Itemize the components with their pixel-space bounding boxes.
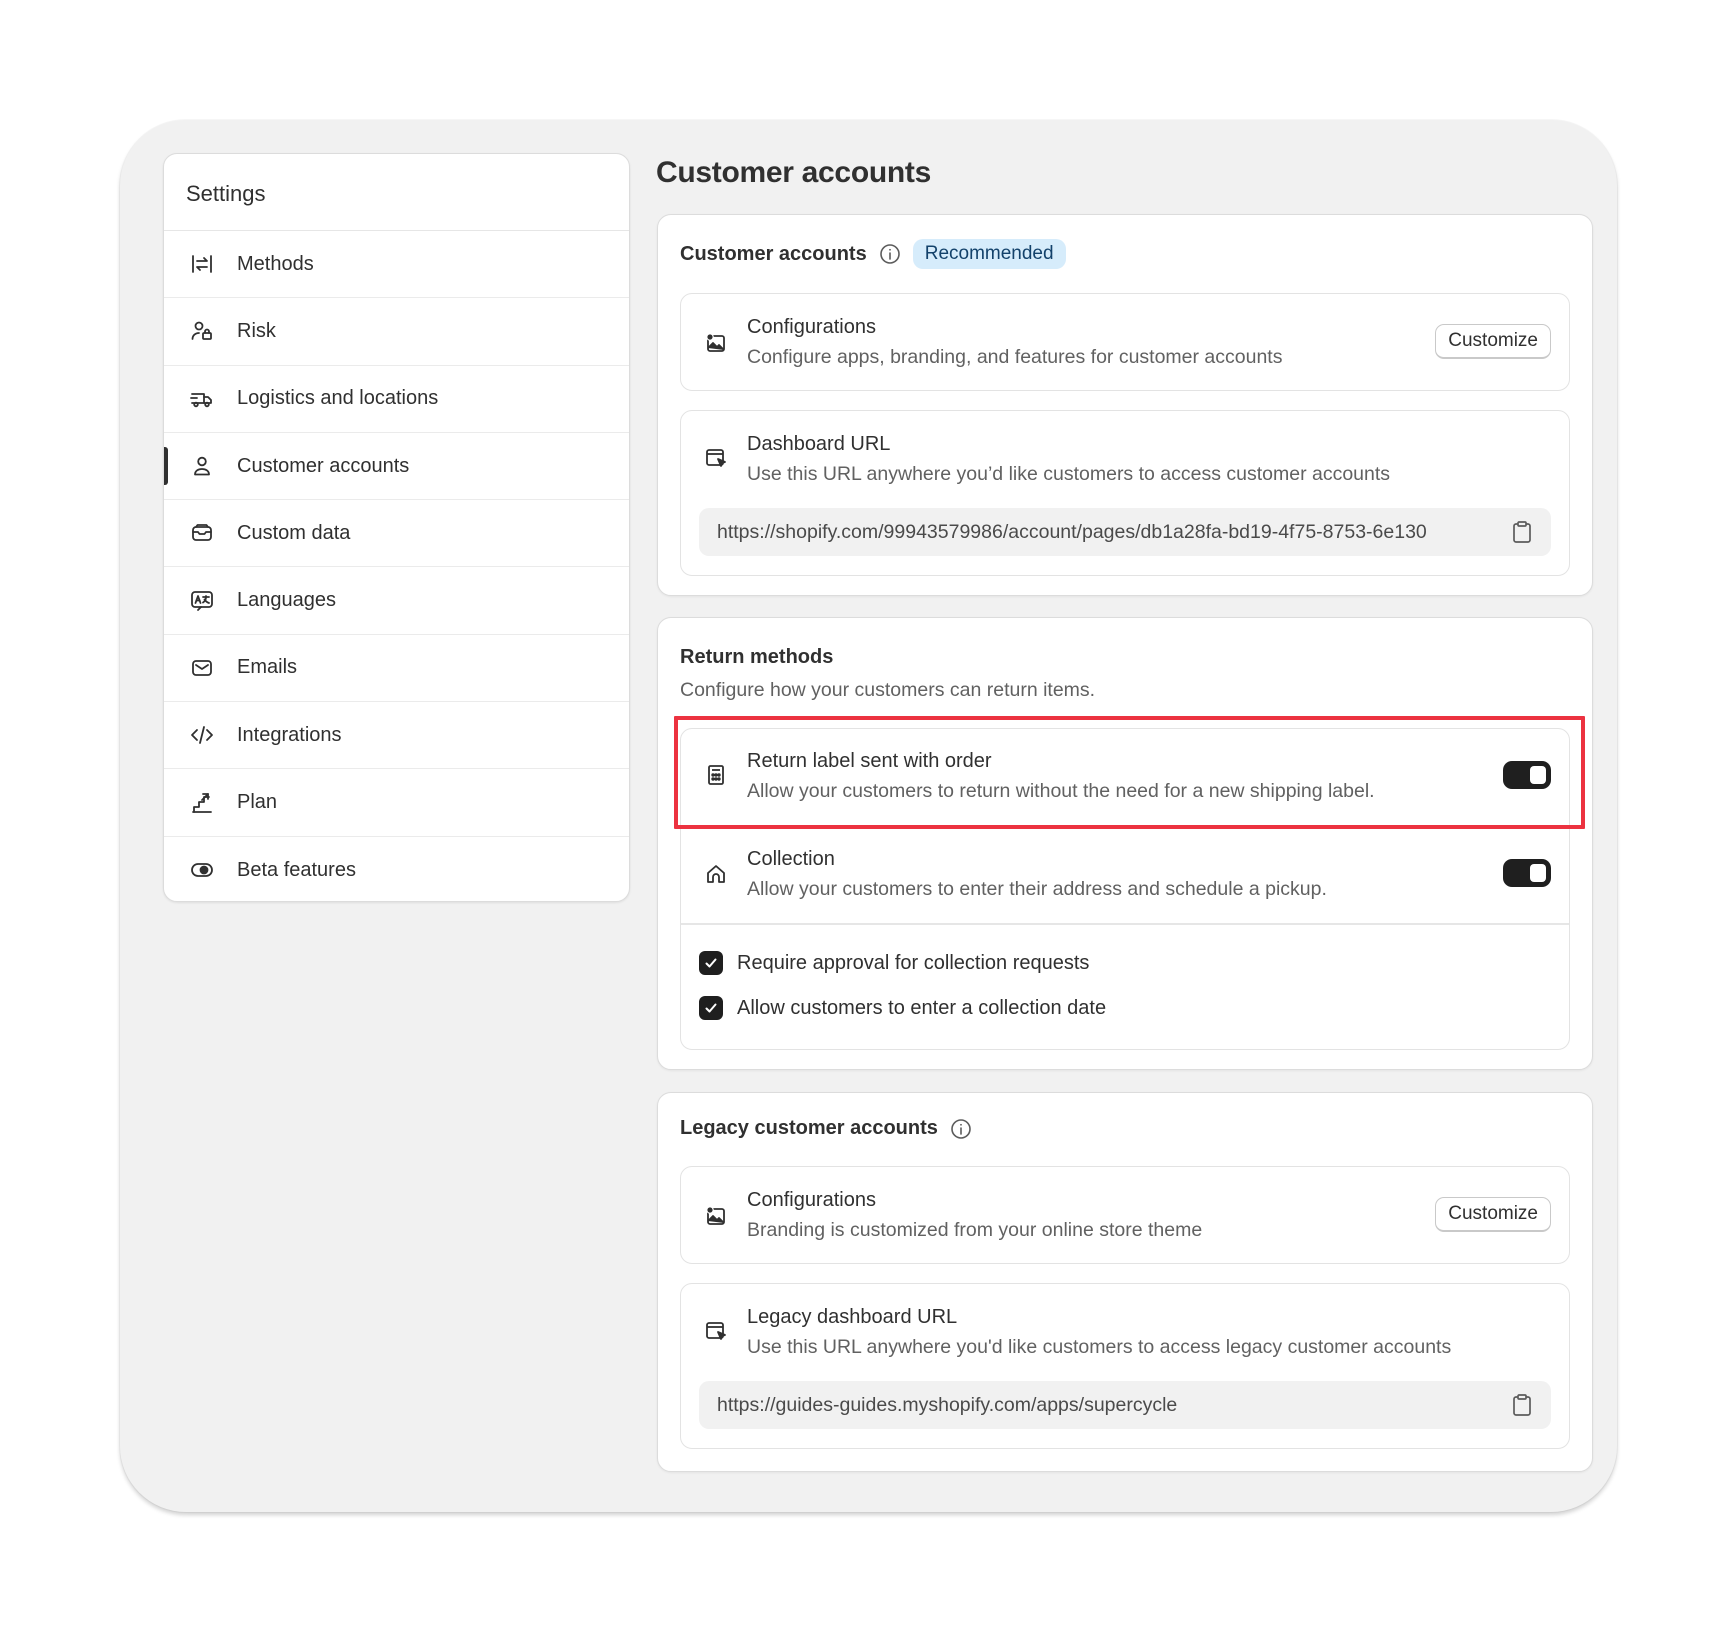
page-title: Customer accounts bbox=[656, 156, 931, 189]
return-label-title: Return label sent with order bbox=[747, 750, 992, 772]
sidebar-item-emails[interactable]: Emails bbox=[164, 635, 629, 703]
dashboard-url-field[interactable]: https://shopify.com/99943579986/account/… bbox=[699, 508, 1551, 556]
card-heading: Customer accounts Recommended bbox=[680, 239, 1066, 269]
return-methods-description: Configure how your customers can return … bbox=[680, 679, 1096, 701]
customize-button[interactable]: Customize bbox=[1435, 324, 1551, 359]
sidebar-item-label: Plan bbox=[237, 791, 278, 814]
clipboard-icon[interactable] bbox=[1511, 1393, 1533, 1417]
legacy-dashboard-url-title: Legacy dashboard URL bbox=[747, 1306, 958, 1328]
info-icon[interactable] bbox=[879, 243, 901, 265]
divider bbox=[681, 825, 1569, 827]
dashboard-url-row: Dashboard URL Use this URL anywhere you’… bbox=[680, 410, 1570, 576]
dashboard-url-description: Use this URL anywhere you’d like custome… bbox=[747, 463, 1391, 485]
recommended-badge: Recommended bbox=[912, 239, 1066, 269]
settings-sidebar: Settings Methods Risk Logistics and loca… bbox=[163, 153, 630, 902]
image-gear-icon bbox=[703, 1203, 729, 1229]
return-label-toggle[interactable] bbox=[1503, 761, 1551, 789]
sidebar-item-label: Languages bbox=[237, 589, 336, 612]
info-icon[interactable] bbox=[950, 1118, 972, 1140]
legacy-dashboard-url-text[interactable]: https://guides-guides.myshopify.com/apps… bbox=[717, 1394, 1499, 1417]
legacy-customize-button[interactable]: Customize bbox=[1435, 1197, 1551, 1232]
sidebar-item-methods[interactable]: Methods bbox=[164, 231, 629, 299]
return-methods-card: Return methods Configure how your custom… bbox=[657, 617, 1593, 1070]
require-approval-label: Require approval for collection requests bbox=[737, 951, 1090, 974]
sidebar-item-label: Beta features bbox=[237, 858, 356, 881]
sidebar-item-label: Logistics and locations bbox=[237, 387, 439, 410]
person-icon bbox=[189, 453, 215, 479]
require-approval-option[interactable]: Require approval for collection requests bbox=[699, 951, 1089, 975]
collection-toggle[interactable] bbox=[1503, 859, 1551, 887]
sidebar-item-label: Integrations bbox=[237, 723, 342, 746]
sidebar-item-risk[interactable]: Risk bbox=[164, 298, 629, 366]
sidebar-item-label: Emails bbox=[237, 656, 298, 679]
collection-date-option[interactable]: Allow customers to enter a collection da… bbox=[699, 996, 1106, 1020]
browser-cursor-icon bbox=[703, 1318, 729, 1344]
home-icon bbox=[703, 861, 729, 887]
sidebar-item-label: Customer accounts bbox=[237, 454, 410, 477]
stairs-icon bbox=[189, 790, 215, 816]
customer-accounts-heading: Customer accounts bbox=[680, 242, 867, 265]
toggle-eye-icon bbox=[189, 857, 215, 883]
return-options-group: Return label sent with order Allow your … bbox=[680, 728, 1570, 1050]
require-approval-checkbox[interactable] bbox=[699, 951, 723, 975]
sidebar-title: Settings bbox=[164, 154, 629, 231]
box-icon bbox=[189, 520, 215, 546]
delivery-truck-icon bbox=[189, 386, 215, 412]
customer-accounts-card: Customer accounts Recommended Configurat… bbox=[657, 214, 1593, 596]
collection-description: Allow your customers to enter their addr… bbox=[747, 878, 1327, 900]
image-gear-icon bbox=[703, 330, 729, 356]
sidebar-item-customer-accounts[interactable]: Customer accounts bbox=[164, 433, 629, 501]
sidebar-item-languages[interactable]: Languages bbox=[164, 567, 629, 635]
envelope-icon bbox=[189, 655, 215, 681]
configurations-title: Configurations bbox=[747, 316, 876, 338]
card-heading: Legacy customer accounts bbox=[680, 1117, 972, 1140]
receipt-icon bbox=[703, 762, 729, 788]
person-lock-icon bbox=[189, 318, 215, 344]
sidebar-item-logistics[interactable]: Logistics and locations bbox=[164, 366, 629, 433]
legacy-configurations-description: Branding is customized from your online … bbox=[747, 1219, 1203, 1241]
clipboard-icon[interactable] bbox=[1511, 520, 1533, 544]
sidebar-item-label: Methods bbox=[237, 252, 314, 275]
sidebar-item-custom-data[interactable]: Custom data bbox=[164, 500, 629, 568]
collection-date-checkbox[interactable] bbox=[699, 996, 723, 1020]
legacy-dashboard-url-description: Use this URL anywhere you'd like custome… bbox=[747, 1336, 1452, 1358]
configurations-row: Configurations Configure apps, branding,… bbox=[680, 293, 1570, 391]
collection-date-label: Allow customers to enter a collection da… bbox=[737, 996, 1107, 1019]
legacy-dashboard-url-row: Legacy dashboard URL Use this URL anywhe… bbox=[680, 1283, 1570, 1449]
legacy-heading: Legacy customer accounts bbox=[680, 1117, 938, 1139]
browser-cursor-icon bbox=[703, 445, 729, 471]
dashboard-url-text[interactable]: https://shopify.com/99943579986/account/… bbox=[717, 521, 1499, 544]
sidebar-item-label: Risk bbox=[237, 319, 276, 342]
legacy-customer-accounts-card: Legacy customer accounts Configurations … bbox=[657, 1092, 1593, 1472]
sidebar-item-integrations[interactable]: Integrations bbox=[164, 702, 629, 770]
sidebar-item-plan[interactable]: Plan bbox=[164, 769, 629, 837]
code-icon bbox=[189, 722, 215, 748]
divider bbox=[681, 923, 1569, 925]
legacy-dashboard-url-field[interactable]: https://guides-guides.myshopify.com/apps… bbox=[699, 1381, 1551, 1429]
legacy-configurations-title: Configurations bbox=[747, 1189, 876, 1211]
collection-title: Collection bbox=[747, 848, 835, 870]
sidebar-item-beta-features[interactable]: Beta features bbox=[164, 837, 629, 901]
configurations-description: Configure apps, branding, and features f… bbox=[747, 346, 1283, 368]
dashboard-url-title: Dashboard URL bbox=[747, 433, 891, 455]
legacy-configurations-row: Configurations Branding is customized fr… bbox=[680, 1166, 1570, 1264]
return-label-description: Allow your customers to return without t… bbox=[747, 780, 1375, 802]
return-methods-heading: Return methods bbox=[680, 646, 834, 668]
translate-icon bbox=[189, 588, 215, 614]
sidebar-item-label: Custom data bbox=[237, 521, 351, 544]
arrows-exchange-icon bbox=[189, 251, 215, 277]
